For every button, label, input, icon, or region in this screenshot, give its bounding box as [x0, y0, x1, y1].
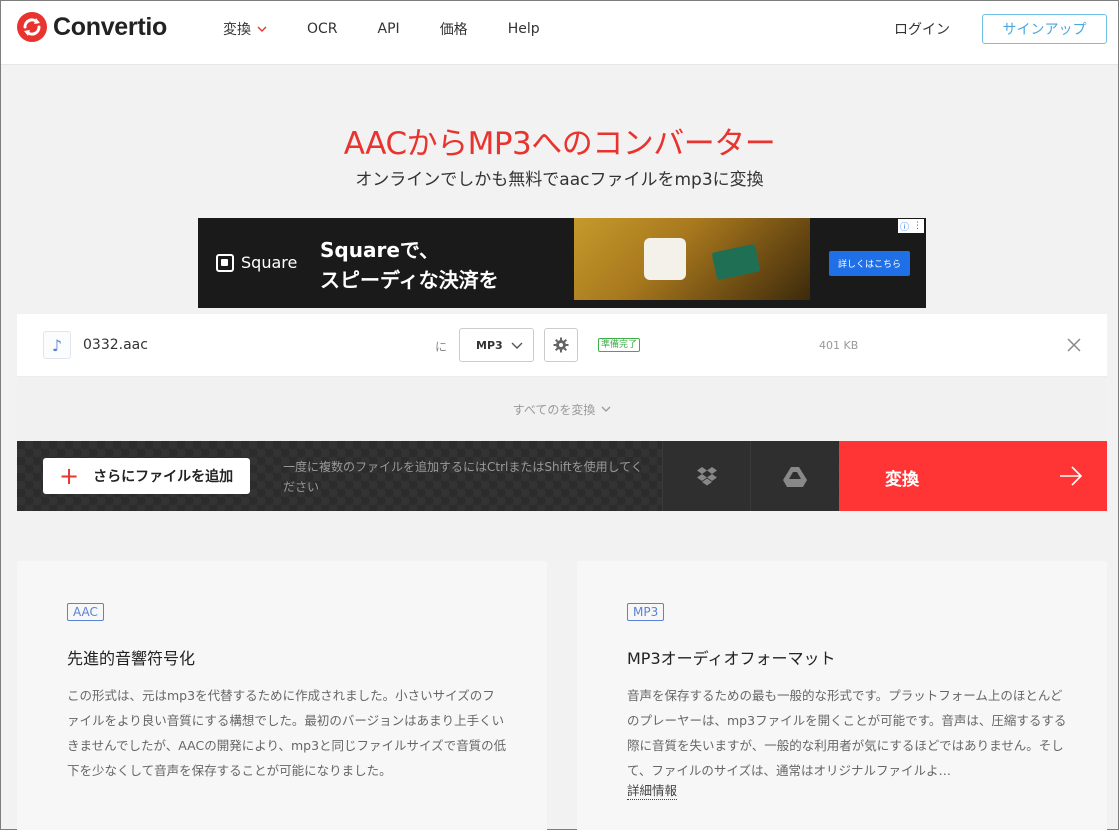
dropbox-button[interactable] — [662, 441, 750, 511]
info-icon[interactable]: ⓘ — [900, 220, 909, 233]
file-size: 401 KB — [819, 339, 859, 352]
card-reader-image — [644, 238, 686, 280]
ad-headline-line1: Squareで、 — [320, 238, 440, 262]
card-title: 先進的音響符号化 — [67, 649, 196, 668]
nav-item-label: 変換 — [223, 22, 251, 38]
convert-button[interactable]: 変換 — [839, 441, 1107, 511]
status-badge: 準備完了 — [598, 338, 641, 352]
google-drive-button[interactable] — [750, 441, 838, 511]
output-format-value: MP3 — [476, 338, 503, 352]
ad-banner[interactable]: Square Squareで、 スピーディな決済を 詳しくはこちら ⓘ ⋮ — [198, 218, 926, 308]
page-subtitle: オンラインでしかも無料でaacファイルをmp3に変換 — [355, 170, 764, 190]
dropbox-icon — [696, 467, 717, 486]
logo[interactable]: Convertio — [17, 12, 167, 42]
square-logo-icon — [216, 253, 234, 272]
music-note-icon: ♪ — [43, 331, 71, 359]
more-info-link[interactable]: 詳細情報 — [627, 783, 678, 800]
nav-item-api[interactable]: API — [378, 21, 400, 37]
chevron-down-icon — [601, 406, 611, 412]
gear-icon — [553, 337, 569, 353]
card-title: MP3オーディオフォーマット — [627, 649, 836, 668]
format-badge: MP3 — [627, 603, 665, 621]
format-badge: AAC — [67, 603, 104, 621]
convert-all-toggle[interactable]: すべてのを変換 — [17, 377, 1107, 441]
close-icon[interactable] — [1065, 336, 1083, 354]
card-description: 音声を保存するための最も一般的な形式です。プラットフォーム上のほとんどのプレーヤ… — [627, 688, 1067, 778]
signup-button[interactable]: サインアップ — [982, 14, 1107, 44]
ad-info-icons[interactable]: ⓘ ⋮ — [898, 219, 924, 233]
ad-brand-logo: Square — [216, 253, 297, 272]
ad-headline-line2: スピーディな決済を — [320, 268, 499, 292]
arrow-right-icon — [1060, 466, 1083, 486]
page-title: AACからMP3へのコンバーター — [343, 126, 776, 162]
logo-text: Convertio — [53, 12, 167, 41]
convertio-logo-icon — [17, 12, 47, 42]
format-info-card-mp3: MP3 MP3オーディオフォーマット 音声を保存するための最も一般的な形式です。… — [577, 561, 1107, 830]
multi-file-hint: 一度に複数のファイルを追加するにはCtrlまたはShiftを使用してください — [283, 460, 643, 494]
convert-all-label: すべてのを変換 — [512, 402, 596, 417]
action-bar: + さらにファイルを追加 一度に複数のファイルを追加するにはCtrlまたはShi… — [17, 441, 1107, 511]
settings-button[interactable] — [544, 328, 578, 362]
format-info-card-aac: AAC 先進的音響符号化 この形式は、元はmp3を代替するために作成されました。… — [17, 561, 547, 830]
login-link[interactable]: ログイン — [894, 19, 950, 39]
more-vertical-icon[interactable]: ⋮ — [913, 221, 922, 231]
nav-item-ocr[interactable]: OCR — [307, 21, 338, 37]
file-name: 0332.aac — [83, 337, 148, 353]
site-header: Convertio 変換 OCR API 価格 Help ログイン サインアップ — [1, 1, 1118, 65]
ad-photo — [574, 218, 810, 300]
google-drive-icon — [782, 466, 807, 487]
nav-item-convert[interactable]: 変換 — [223, 19, 267, 39]
output-format-select[interactable]: MP3 — [459, 328, 534, 362]
ad-brand-text: Square — [241, 253, 298, 272]
main-nav: 変換 OCR API 価格 Help — [223, 1, 580, 57]
ad-cta-button[interactable]: 詳しくはこちら — [829, 251, 910, 276]
credit-card-image — [711, 243, 761, 281]
nav-item-pricing[interactable]: 価格 — [440, 19, 468, 39]
card-description: この形式は、元はmp3を代替するために作成されました。小さいサイズのファイルをよ… — [67, 688, 507, 778]
plus-icon: + — [59, 462, 80, 490]
convert-button-label: 変換 — [885, 470, 919, 490]
chevron-down-icon — [511, 342, 523, 349]
chevron-down-icon — [257, 26, 267, 32]
add-more-files-button[interactable]: + さらにファイルを追加 — [43, 458, 250, 494]
add-files-label: さらにファイルを追加 — [93, 469, 234, 485]
to-label: に — [435, 340, 448, 354]
nav-item-help[interactable]: Help — [508, 21, 540, 37]
file-row: ♪ 0332.aac に MP3 準備完了 401 KB — [17, 314, 1107, 377]
ad-headline: Squareで、 スピーディな決済を — [320, 235, 499, 295]
